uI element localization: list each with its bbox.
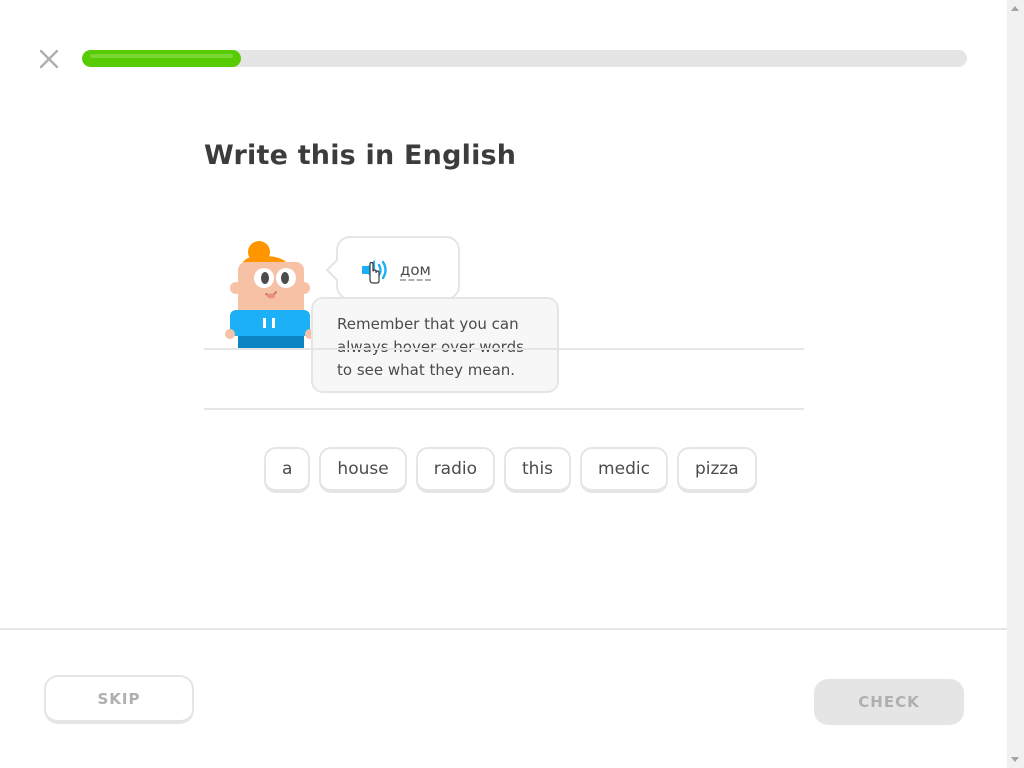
word-chip[interactable]: medic	[580, 447, 668, 493]
check-button[interactable]: CHECK	[814, 679, 964, 725]
word-chip[interactable]: pizza	[676, 447, 757, 493]
prompt-word[interactable]: дом	[400, 262, 431, 281]
word-chip[interactable]: house	[319, 447, 407, 493]
word-bank: a house radio this medic pizza	[264, 447, 757, 493]
word-chip[interactable]: this	[504, 447, 572, 493]
tooltip-line: Remember that you can	[337, 315, 519, 333]
scroll-up-arrow-icon[interactable]	[1011, 6, 1019, 11]
close-button[interactable]	[36, 46, 62, 72]
word-chip[interactable]: radio	[415, 447, 496, 493]
answer-line	[204, 408, 804, 410]
skip-button[interactable]: SKIP	[44, 675, 194, 724]
progress-bar-fill	[82, 50, 242, 67]
footer-divider	[0, 628, 1007, 630]
speech-bubble: дом	[325, 236, 460, 300]
vertical-scrollbar[interactable]	[1007, 0, 1024, 768]
hover-hint-tooltip: Remember that you can always hover over …	[311, 297, 559, 393]
challenge-title: Write this in English	[204, 140, 517, 171]
speech-bubble-tail	[325, 258, 349, 282]
character-avatar	[224, 238, 316, 350]
answer-line	[204, 348, 804, 350]
tooltip-line: to see what they mean.	[337, 361, 516, 379]
lesson-page: Write this in English дом Remember that …	[0, 0, 1024, 768]
close-icon	[39, 49, 59, 69]
word-chip[interactable]: a	[264, 447, 311, 493]
speaker-button[interactable]	[360, 256, 392, 284]
scroll-down-arrow-icon[interactable]	[1011, 757, 1019, 762]
progress-bar	[82, 50, 967, 67]
speaker-icon	[362, 260, 387, 284]
